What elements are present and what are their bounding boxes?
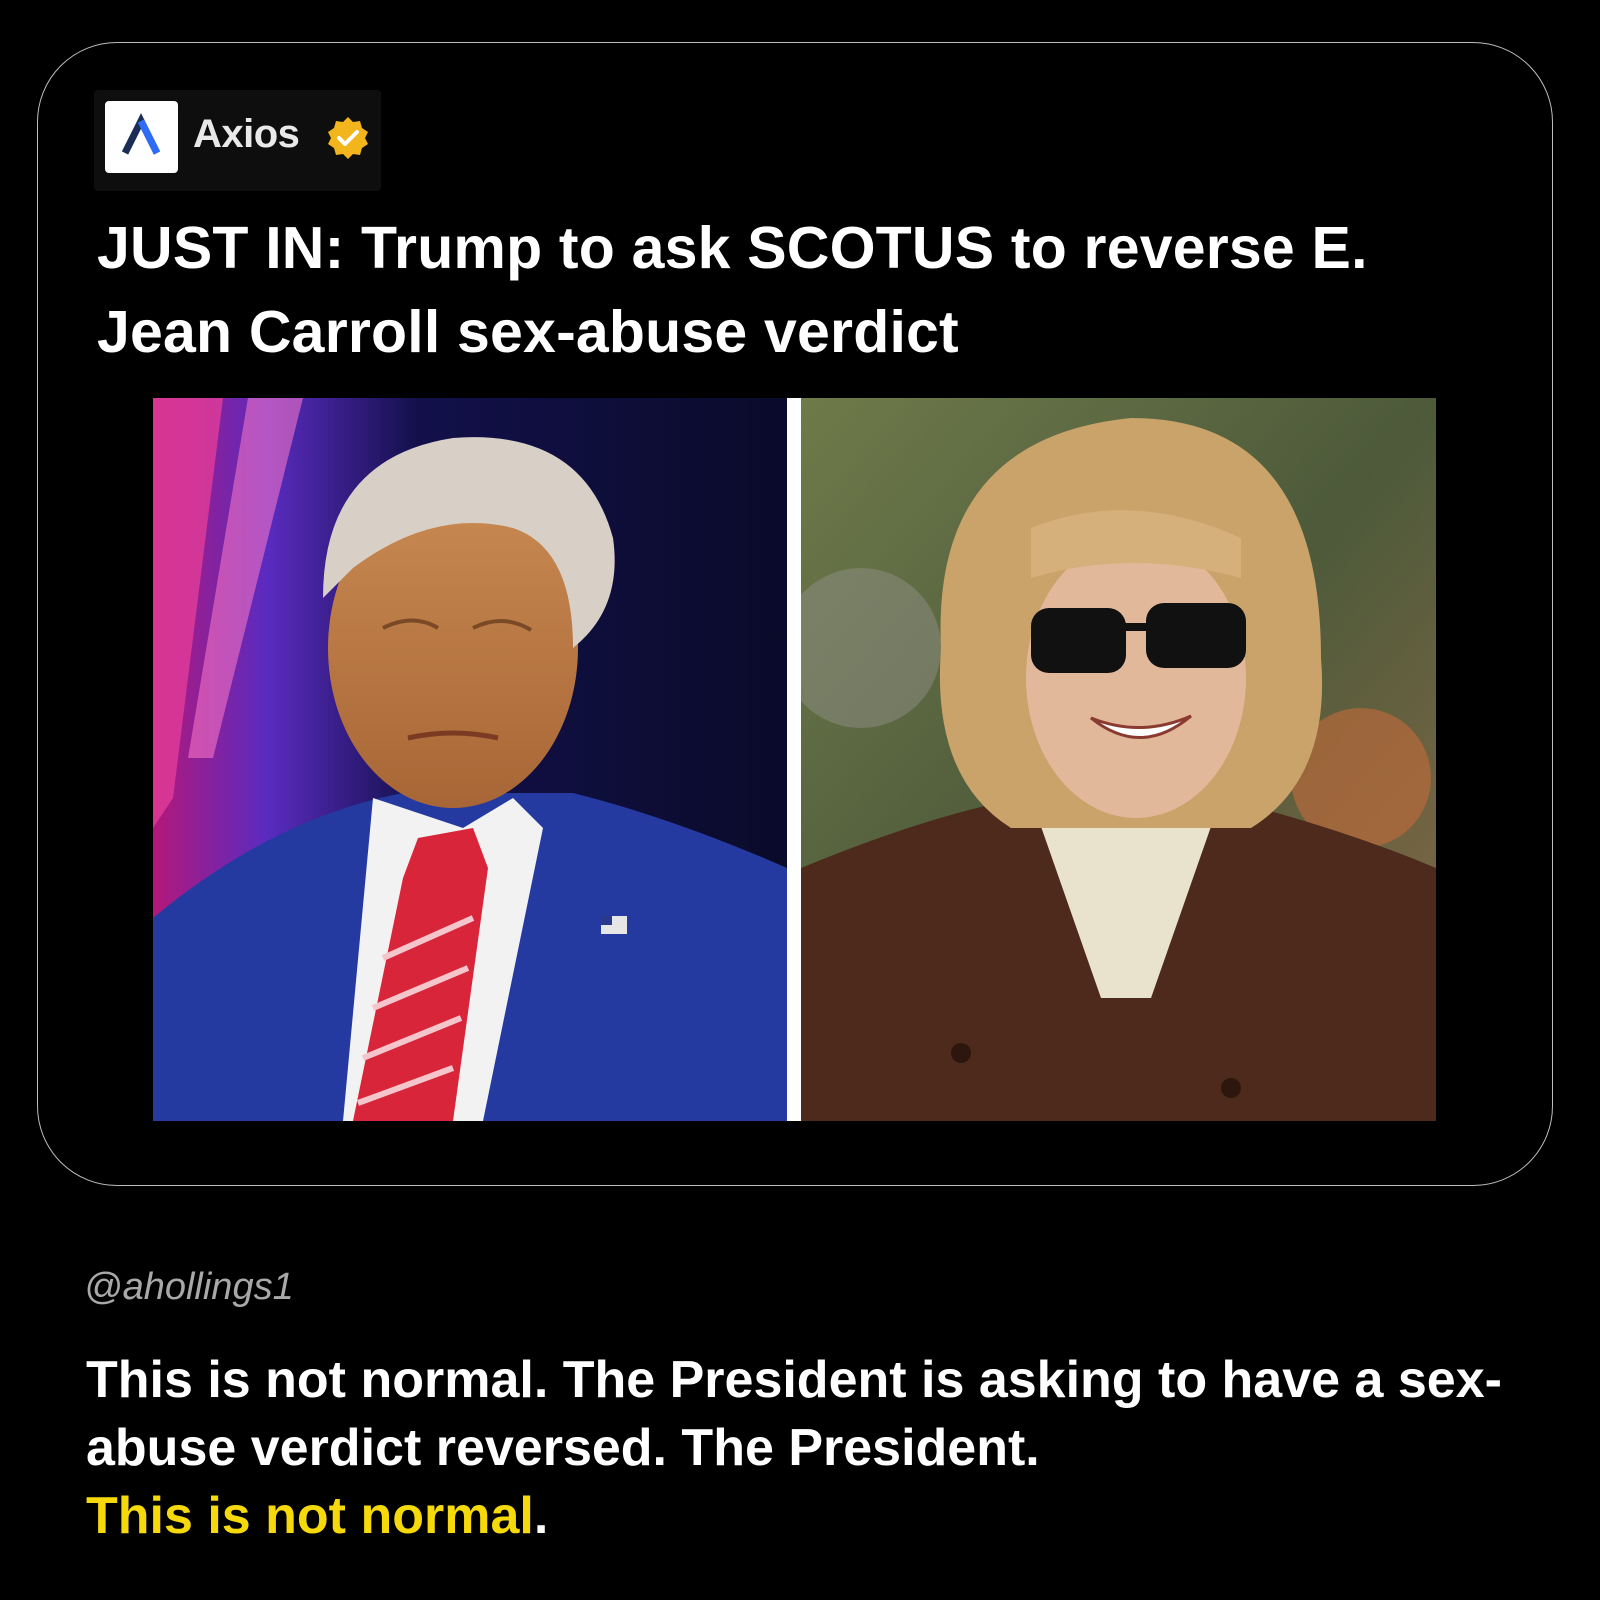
trump-photo[interactable] [153, 398, 787, 1121]
verified-badge-icon [325, 115, 371, 166]
comment-highlight: This is not normal [86, 1487, 534, 1545]
source-name[interactable]: Axios [193, 112, 300, 157]
axios-logo-icon [105, 101, 178, 173]
comment-handle[interactable]: @ahollings1 [84, 1266, 294, 1309]
headline[interactable]: JUST IN: Trump to ask SCOTUS to reverse … [97, 206, 1497, 374]
comment-body: This is not normal. The President is ask… [86, 1346, 1536, 1550]
photo-panel[interactable] [153, 398, 1436, 1121]
comment-text: This is not normal. The President is ask… [86, 1351, 1502, 1477]
comment-highlight-suffix: . [533, 1487, 549, 1545]
carroll-photo[interactable] [801, 398, 1436, 1121]
